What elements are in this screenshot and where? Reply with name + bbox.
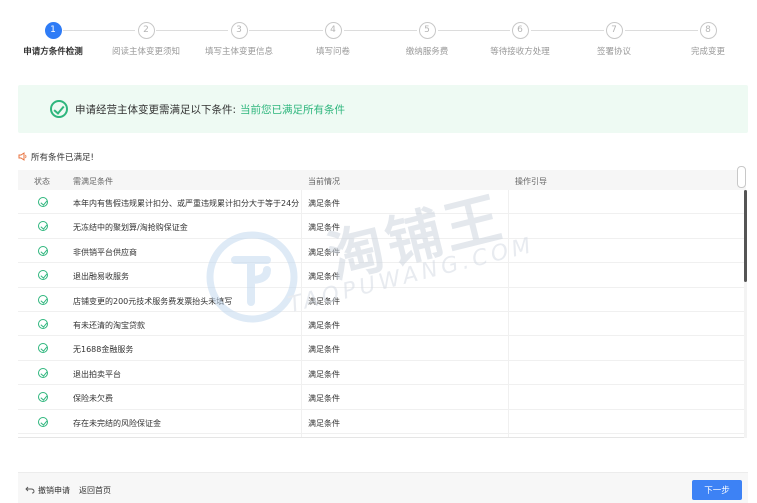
step-number: 4	[324, 22, 342, 39]
header-condition: 需满足条件	[73, 177, 113, 186]
step-label: 填写问卷	[315, 47, 350, 57]
page: 1 申请方条件检测 2 阅读主体变更须知 3 填写主体变更信息 4 填写问卷 5…	[0, 0, 757, 503]
table-row: 无冻结中的聚划算/淘抢购保证金 满足条件	[18, 214, 746, 239]
step-2: 2 阅读主体变更须知	[101, 22, 191, 57]
step-label: 完成变更	[690, 47, 725, 57]
conditions-table: 状态 需满足条件 当前情况 操作引导 本年内有售假违规累计扣分、或严重违规累计扣…	[18, 170, 746, 438]
step-4: 4 填写问卷	[288, 22, 378, 57]
current-cell: 满足条件	[308, 247, 340, 257]
step-number: 8	[699, 22, 717, 39]
condition-cell: 无冻结中的聚划算/淘抢购保证金	[73, 223, 188, 233]
table-body: 本年内有售假违规累计扣分、或严重违规累计扣分大于等于24分 满足条件 无冻结中的聚…	[18, 190, 746, 434]
current-cell: 满足条件	[308, 199, 340, 208]
check-circle-icon	[38, 343, 48, 354]
current-cell: 满足条件	[308, 345, 340, 355]
condition-cell: 无1688金融服务	[73, 345, 134, 355]
current-cell: 满足条件	[308, 223, 340, 233]
notice-text: 申请经营主体变更需满足以下条件: 当前您已满足所有条件	[75, 102, 345, 117]
condition-cell: 店铺变更的200元技术服务费发票抬头未填写	[73, 296, 233, 306]
step-progress: 1 申请方条件检测 2 阅读主体变更须知 3 填写主体变更信息 4 填写问卷 5…	[0, 22, 757, 62]
table-row: 存在未完结的风险保证金 满足条件	[18, 410, 746, 434]
table-header: 状态 需满足条件 当前情况 操作引导	[18, 170, 746, 190]
condition-cell: 退出融易收服务	[73, 272, 129, 282]
current-cell: 满足条件	[308, 394, 340, 404]
current-cell: 满足条件	[308, 296, 340, 306]
table-row: 店铺变更的200元技术服务费发票抬头未填写 满足条件	[18, 288, 746, 312]
step-label: 等待接收方处理	[490, 47, 550, 57]
header-guide: 操作引导	[515, 177, 547, 186]
undo-icon	[25, 486, 35, 494]
table-row: 无1688金融服务 满足条件	[18, 336, 746, 361]
conditions-notice: 申请经营主体变更需满足以下条件: 当前您已满足所有条件	[18, 85, 748, 133]
table-row: 保险未欠费 满足条件	[18, 385, 746, 410]
scroll-up-handle[interactable]	[737, 166, 746, 188]
condition-cell: 退出拍卖平台	[73, 369, 121, 379]
step-number: 3	[230, 22, 248, 39]
check-circle-icon	[50, 100, 68, 118]
step-5: 5 缴纳服务费	[382, 22, 472, 57]
step-3: 3 填写主体变更信息	[194, 22, 284, 57]
table-row: 非供销平台供应商 满足条件	[18, 239, 746, 264]
step-label: 签署协议	[596, 47, 631, 57]
back-home-link[interactable]: 返回首页	[79, 485, 111, 496]
undo-application-link[interactable]: 撤销申请	[25, 485, 70, 496]
check-circle-icon	[38, 367, 48, 378]
step-8: 8 完成变更	[663, 22, 753, 57]
step-6: 6 等待接收方处理	[475, 22, 565, 57]
speaker-icon	[18, 152, 27, 161]
condition-cell: 存在未完结的风险保证金	[73, 418, 161, 428]
step-number: 2	[137, 22, 155, 39]
check-circle-icon	[38, 197, 48, 207]
table-row: 退出融易收服务 满足条件	[18, 263, 746, 288]
header-current: 当前情况	[308, 177, 340, 186]
scrollbar-thumb[interactable]	[744, 190, 747, 282]
step-label: 填写主体变更信息	[204, 47, 273, 57]
step-label: 阅读主体变更须知	[111, 47, 180, 57]
current-cell: 满足条件	[308, 320, 340, 330]
step-label: 缴纳服务费	[405, 47, 449, 57]
check-circle-icon	[38, 416, 48, 427]
notice-label: 申请经营主体变更需满足以下条件:	[75, 104, 237, 116]
step-7: 7 签署协议	[569, 22, 659, 57]
check-circle-icon	[38, 294, 48, 305]
condition-cell: 保险未欠费	[73, 394, 113, 404]
step-number: 1	[44, 22, 62, 39]
next-step-button[interactable]: 下一步	[692, 480, 742, 500]
check-circle-icon	[38, 245, 48, 256]
current-cell: 满足条件	[308, 369, 340, 379]
check-circle-icon	[38, 318, 48, 329]
table-row: 退出拍卖平台 满足条件	[18, 361, 746, 386]
condition-cell: 本年内有售假违规累计扣分、或严重违规累计扣分大于等于24分	[73, 199, 300, 208]
step-number: 6	[511, 22, 529, 39]
undo-label: 撤销申请	[38, 486, 70, 495]
check-circle-icon	[38, 221, 48, 232]
step-number: 7	[605, 22, 623, 39]
footer-bar: 撤销申请 返回首页 下一步	[18, 472, 748, 503]
step-label: 申请方条件检测	[23, 47, 83, 57]
check-circle-icon	[38, 270, 48, 281]
table-row: 有未还清的淘宝贷款 满足条件	[18, 312, 746, 337]
notice-status: 当前您已满足所有条件	[240, 104, 346, 116]
all-met-message: 所有条件已满足!	[18, 151, 94, 163]
current-cell: 满足条件	[308, 418, 340, 428]
all-met-text: 所有条件已满足!	[31, 153, 94, 163]
check-circle-icon	[38, 392, 48, 403]
table-row: 本年内有售假违规累计扣分、或严重违规累计扣分大于等于24分 满足条件	[18, 190, 746, 215]
condition-cell: 非供销平台供应商	[73, 247, 137, 257]
step-1: 1 申请方条件检测	[8, 22, 98, 57]
condition-cell: 有未还清的淘宝贷款	[73, 320, 145, 330]
current-cell: 满足条件	[308, 272, 340, 282]
step-number: 5	[418, 22, 436, 39]
header-state: 状态	[34, 177, 50, 186]
